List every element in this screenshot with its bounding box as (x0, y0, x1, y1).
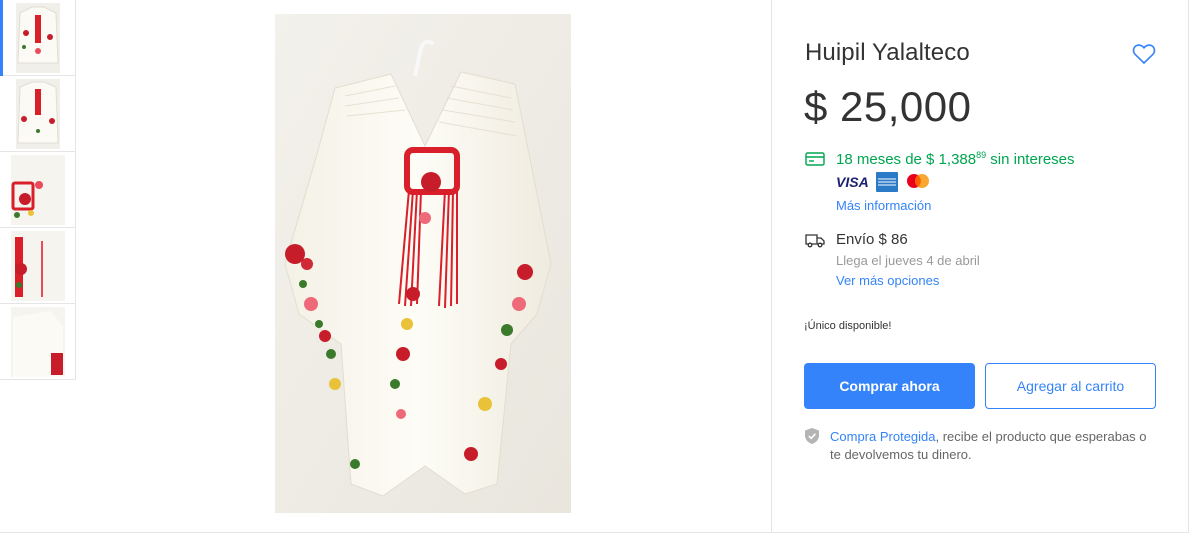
installments-text: 18 meses de $ 1,38889 sin intereses (836, 150, 1075, 168)
shipping-row: Envío $ 86 (805, 231, 908, 248)
visa-logo: VISA (836, 174, 869, 190)
protected-purchase-link[interactable]: Compra Protegida (830, 429, 936, 444)
stock-status: ¡Único disponible! (804, 320, 892, 332)
credit-card-icon (805, 152, 825, 166)
thumbnail-3[interactable] (0, 152, 76, 228)
product-price: $ 25,000 (804, 83, 972, 130)
thumbnail-gallery (0, 0, 76, 380)
thumbnail-image (10, 230, 65, 301)
thumbnail-image (10, 306, 65, 377)
thumbnail-image (15, 2, 60, 73)
product-title: Huipil Yalalteco (805, 39, 970, 66)
thumbnail-image (15, 78, 60, 149)
shipping-cost: Envío $ 86 (836, 231, 908, 248)
thumbnail-2[interactable] (0, 76, 76, 152)
truck-icon (805, 233, 825, 247)
amex-logo (876, 172, 898, 192)
shield-check-icon (805, 428, 819, 444)
buy-box: Huipil Yalalteco $ 25,000 18 meses de $ … (771, 0, 1189, 532)
thumbnail-image (10, 154, 65, 225)
thumbnail-4[interactable] (0, 228, 76, 304)
huipil-photo (275, 14, 571, 513)
main-product-image[interactable] (275, 14, 571, 513)
more-info-link[interactable]: Más información (836, 198, 931, 213)
mastercard-logo (907, 174, 929, 188)
svg-text:VISA: VISA (836, 174, 869, 190)
add-to-cart-button[interactable]: Agregar al carrito (985, 363, 1156, 409)
purchase-protection: Compra Protegida, recibe el producto que… (830, 428, 1160, 464)
buy-now-button[interactable]: Comprar ahora (804, 363, 975, 409)
thumbnail-5[interactable] (0, 304, 76, 380)
arrival-date: Llega el jueves 4 de abril (836, 253, 980, 268)
thumbnail-1[interactable] (0, 0, 76, 76)
heart-icon[interactable] (1132, 43, 1156, 65)
more-options-link[interactable]: Ver más opciones (836, 273, 939, 288)
payment-cards: VISA (836, 172, 938, 192)
installments-row: 18 meses de $ 1,38889 sin intereses (805, 148, 1075, 170)
